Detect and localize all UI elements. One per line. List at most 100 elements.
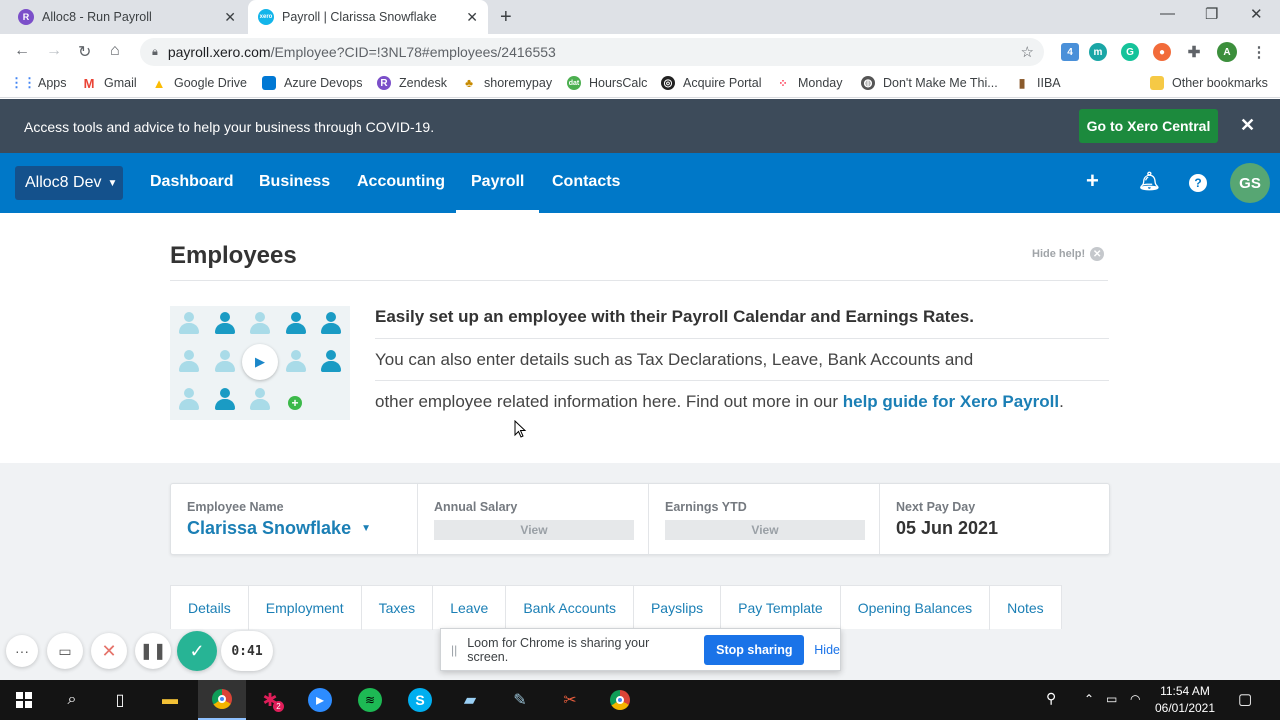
chrome-taskbar-icon[interactable]: [198, 680, 246, 720]
employee-selector[interactable]: Clarissa Snowflake ▼: [187, 518, 401, 539]
notes-app-icon[interactable]: ▰: [458, 688, 482, 712]
wifi-icon[interactable]: ◠: [1130, 692, 1140, 706]
back-icon[interactable]: ←: [14, 42, 30, 60]
close-banner-icon[interactable]: ✕: [1240, 115, 1255, 136]
user-avatar[interactable]: GS: [1230, 163, 1270, 203]
dropdown-caret-icon: ▼: [361, 523, 371, 534]
tab-notes[interactable]: Notes: [990, 586, 1061, 630]
tab-employment[interactable]: Employment: [249, 586, 362, 630]
view-earnings-button[interactable]: View: [665, 520, 865, 540]
forward-icon[interactable]: →: [46, 42, 62, 60]
bookmark-shoremypay[interactable]: ♣ shoremypay: [462, 76, 552, 90]
grammarly-icon[interactable]: G: [1121, 43, 1139, 61]
reload-icon[interactable]: ↻: [78, 42, 91, 62]
globe-icon: ◍: [861, 76, 875, 90]
taskbar-clock[interactable]: 11:54 AM 06/01/2021: [1150, 683, 1220, 717]
go-to-xero-central-button[interactable]: Go to Xero Central: [1079, 109, 1218, 143]
bookmark-hourscalc[interactable]: dat HoursCalc: [567, 76, 647, 90]
tab-payslips[interactable]: Payslips: [634, 586, 722, 630]
task-view-icon[interactable]: ▯: [108, 688, 132, 712]
hide-sharing-bar-button[interactable]: Hide: [814, 643, 840, 657]
add-new-icon[interactable]: +: [1086, 168, 1099, 194]
file-explorer-icon[interactable]: ▬: [158, 688, 182, 712]
tab-details[interactable]: Details: [171, 586, 249, 630]
page-title: Employees: [170, 242, 297, 269]
help-icon[interactable]: ?: [1189, 174, 1207, 192]
bookmark-label: Azure Devops: [284, 76, 363, 90]
close-tab-icon[interactable]: ✕: [224, 9, 236, 26]
tray-expand-icon[interactable]: ⌃: [1084, 692, 1094, 706]
bookmark-azure-devops[interactable]: Azure Devops: [262, 76, 363, 90]
notifications-bell-icon[interactable]: 🔔︎: [1138, 171, 1161, 192]
drag-handle-icon[interactable]: ||: [451, 643, 457, 657]
url-input[interactable]: 🔒︎ payroll.xero.com/Employee?CID=!3NL78#…: [140, 38, 1044, 66]
nav-payroll[interactable]: Payroll: [456, 173, 540, 213]
monday-icon: ⁘: [778, 77, 788, 90]
help-video-thumbnail[interactable]: ▶ +: [170, 306, 350, 420]
nav-business[interactable]: Business: [259, 173, 330, 191]
snipping-tool-icon[interactable]: ✂: [558, 688, 582, 712]
spotify-icon[interactable]: ≋: [358, 688, 382, 712]
tab-pay-template[interactable]: Pay Template: [721, 586, 841, 630]
bookmark-gmail[interactable]: M Gmail: [82, 76, 137, 91]
view-salary-button[interactable]: View: [434, 520, 634, 540]
bookmark-apps[interactable]: ⋮⋮ Apps: [10, 75, 67, 90]
windows-logo-icon: [16, 692, 32, 708]
loom-pause-icon[interactable]: ❚❚: [135, 633, 171, 669]
home-icon[interactable]: ⌂: [110, 42, 120, 60]
annual-salary-label: Annual Salary: [434, 500, 518, 514]
search-icon[interactable]: ⌕: [60, 688, 84, 712]
tab-bank-accounts[interactable]: Bank Accounts: [506, 586, 634, 630]
chrome-second-icon[interactable]: [608, 688, 632, 712]
loom-camera-icon[interactable]: ▭: [47, 633, 83, 669]
help-guide-link[interactable]: help guide for Xero Payroll: [843, 392, 1059, 411]
org-switcher-button[interactable]: Alloc8 Dev ▼: [15, 166, 123, 200]
restore-icon[interactable]: ❐: [1205, 5, 1218, 23]
bookmark-google-drive[interactable]: ▲ Google Drive: [152, 76, 247, 91]
extension-m-icon[interactable]: m: [1089, 43, 1107, 61]
zoom-icon[interactable]: ▸: [308, 688, 332, 712]
loom-finish-check-icon[interactable]: ✓: [177, 631, 217, 671]
extension-badge-icon[interactable]: 4: [1061, 43, 1079, 61]
browser-tab-alloc8[interactable]: R Alloc8 - Run Payroll ✕: [8, 0, 246, 34]
windows-start-icon[interactable]: [12, 688, 36, 712]
hide-help-button[interactable]: Hide help! ✕: [1032, 247, 1105, 261]
notification-center-icon[interactable]: ▢: [1238, 690, 1252, 708]
loom-more-icon[interactable]: ···: [6, 635, 38, 667]
bookmark-zendesk[interactable]: R Zendesk: [377, 76, 447, 90]
battery-icon[interactable]: ▭: [1106, 692, 1117, 706]
tab-taxes[interactable]: Taxes: [362, 586, 434, 630]
bookmark-acquire-portal[interactable]: ◎ Acquire Portal: [661, 76, 762, 90]
hide-help-label: Hide help!: [1032, 248, 1086, 260]
tab-opening-balances[interactable]: Opening Balances: [841, 586, 991, 630]
loom-extension-icon[interactable]: ●: [1153, 43, 1171, 61]
nav-contacts[interactable]: Contacts: [552, 173, 620, 191]
people-tray-icon[interactable]: ⚲: [1046, 690, 1056, 707]
employee-page: Employees Hide help! ✕ ▶ + Easily set up…: [0, 213, 1280, 680]
bookmark-monday[interactable]: ⁘ Monday: [776, 76, 842, 90]
bookmark-other-bookmarks[interactable]: Other bookmarks: [1150, 76, 1268, 90]
xero-favicon-icon: xero: [258, 9, 274, 25]
slack-icon[interactable]: ✱ 2: [258, 688, 284, 712]
browser-tab-payroll[interactable]: xero Payroll | Clarissa Snowflake ✕: [248, 0, 488, 34]
bookmark-iiba[interactable]: ▮ IIBA: [1015, 76, 1061, 90]
new-tab-icon[interactable]: +: [500, 6, 512, 29]
stop-sharing-button[interactable]: Stop sharing: [704, 634, 805, 665]
window-close-icon[interactable]: ✕: [1250, 5, 1263, 23]
person-icon: [212, 310, 238, 336]
chrome-menu-icon[interactable]: ⋮: [1250, 43, 1268, 61]
bookmark-dont-make-me-think[interactable]: ◍ Don't Make Me Thi...: [861, 76, 998, 90]
profile-avatar[interactable]: A: [1217, 42, 1237, 62]
play-icon[interactable]: ▶: [242, 344, 278, 380]
bookmark-star-icon[interactable]: ☆: [1021, 43, 1034, 61]
close-tab-icon[interactable]: ✕: [466, 9, 478, 26]
bookmark-label: Google Drive: [174, 76, 247, 90]
skype-icon[interactable]: S: [408, 688, 432, 712]
paint-app-icon[interactable]: ✎: [508, 688, 532, 712]
tab-leave[interactable]: Leave: [433, 586, 507, 630]
minimize-icon[interactable]: —: [1160, 5, 1175, 22]
nav-accounting[interactable]: Accounting: [357, 173, 445, 191]
loom-cancel-icon[interactable]: ✕: [91, 633, 127, 669]
extensions-puzzle-icon[interactable]: ✚: [1185, 43, 1203, 61]
nav-dashboard[interactable]: Dashboard: [150, 173, 234, 191]
